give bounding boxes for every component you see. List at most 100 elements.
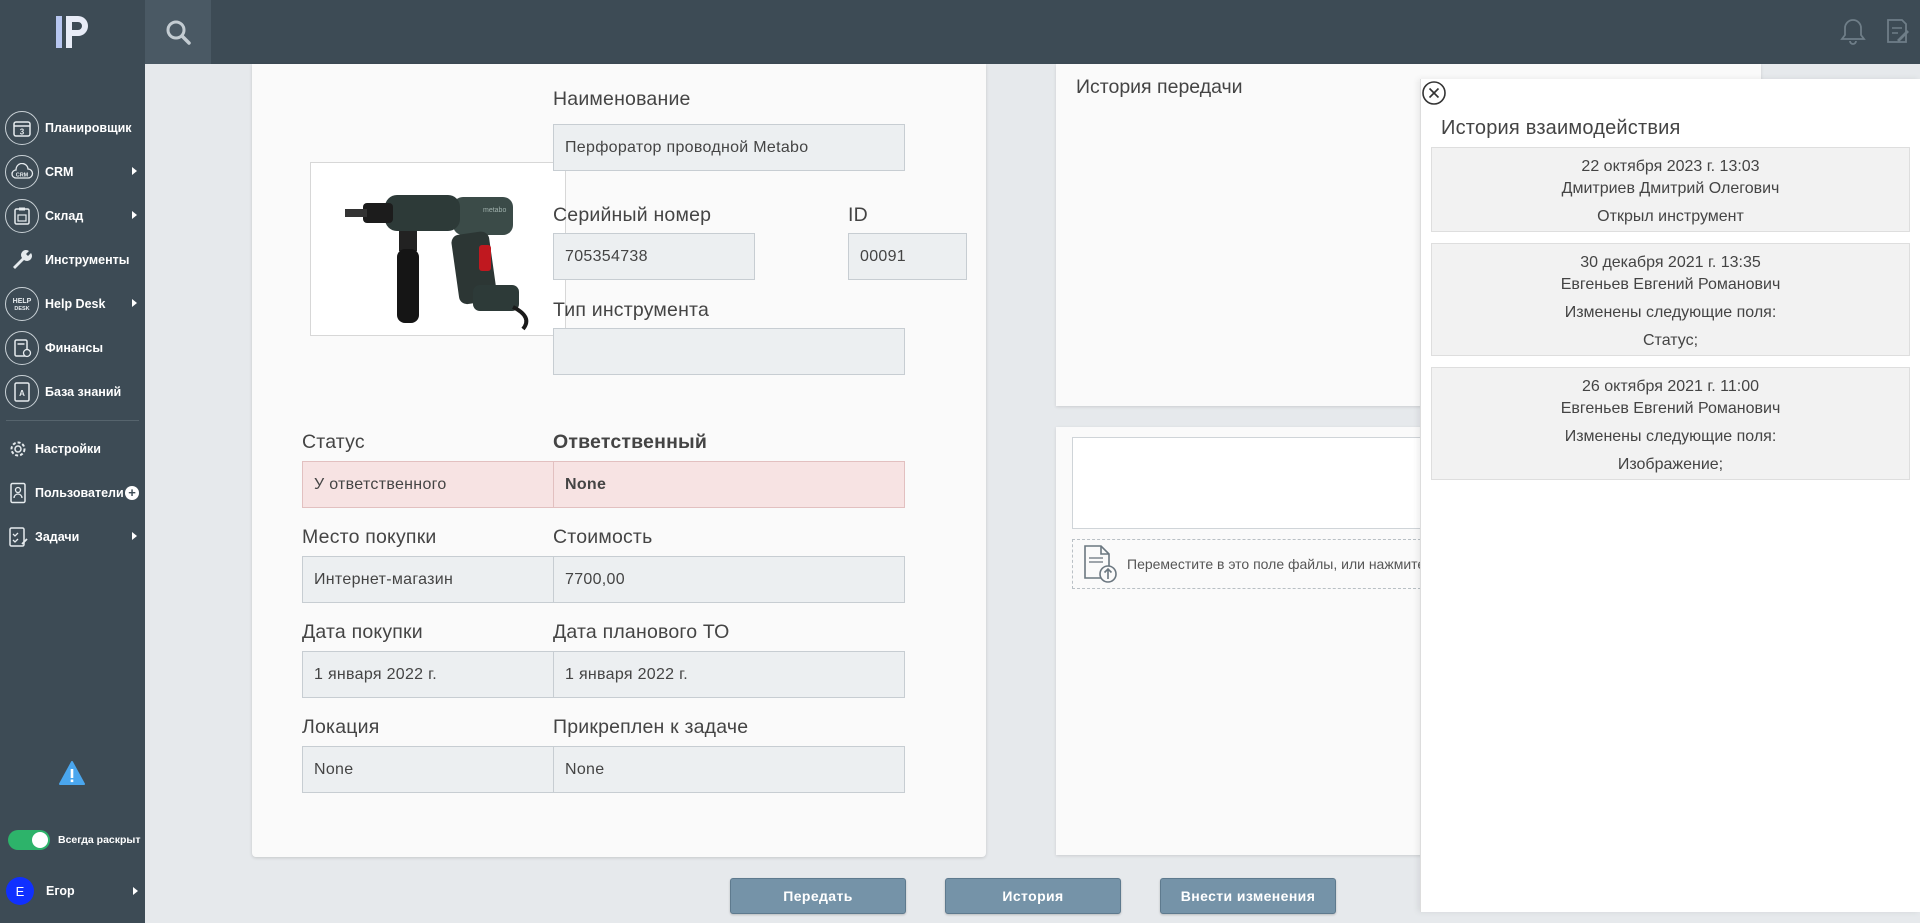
history-entry-date: 26 октября 2021 г. 11:00 bbox=[1582, 378, 1759, 395]
calendar-icon: 3 bbox=[5, 111, 39, 145]
status-field[interactable]: У ответственного bbox=[302, 461, 584, 508]
cost-field[interactable]: 7700,00 bbox=[553, 556, 905, 603]
history-entry-detail: Изображение; bbox=[1617, 456, 1724, 473]
name-field[interactable]: Перфоратор проводной Metabo bbox=[553, 124, 905, 171]
sidebar-item-finance[interactable]: Финансы bbox=[0, 326, 145, 370]
responsible-label: Ответственный bbox=[553, 431, 708, 453]
chevron-right-icon bbox=[132, 299, 137, 307]
sidebar-item-label: Склад bbox=[45, 209, 84, 223]
sidebar-item-settings[interactable]: Настройки bbox=[0, 427, 145, 471]
sidebar-item-warehouse[interactable]: Склад bbox=[0, 194, 145, 238]
user-menu[interactable]: Е Егор bbox=[6, 877, 140, 905]
sidebar-item-knowledge-base[interactable]: A База знаний bbox=[0, 370, 145, 414]
close-icon[interactable] bbox=[1421, 80, 1447, 106]
interaction-history-title: История взаимодействия bbox=[1441, 117, 1681, 139]
history-entry: 30 декабря 2021 г. 13:35 Евгеньев Евгени… bbox=[1431, 243, 1910, 356]
sidebar-item-tools[interactable]: Инструменты bbox=[0, 238, 145, 282]
wrench-icon bbox=[5, 243, 39, 277]
location-label: Локация bbox=[302, 716, 380, 738]
history-entry: 22 октября 2023 г. 13:03 Дмитриев Дмитри… bbox=[1431, 147, 1910, 232]
edit-button[interactable]: Внести изменения bbox=[1160, 878, 1336, 914]
svg-text:metabo: metabo bbox=[483, 207, 506, 214]
transfer-history-title: История передачи bbox=[1076, 76, 1243, 98]
always-expanded-toggle[interactable] bbox=[8, 830, 50, 850]
maintenance-date-field[interactable]: 1 января 2022 г. bbox=[553, 651, 905, 698]
sidebar-item-label: Финансы bbox=[45, 341, 104, 355]
attached-task-label: Прикреплен к задаче bbox=[553, 716, 749, 738]
location-field[interactable]: None bbox=[302, 746, 584, 793]
purchase-place-label: Место покупки bbox=[302, 526, 437, 548]
history-entry-user: Евгеньев Евгений Романович bbox=[1560, 276, 1781, 293]
history-button[interactable]: История bbox=[945, 878, 1121, 914]
tool-photo[interactable]: metabo bbox=[310, 162, 566, 336]
responsible-field[interactable]: None bbox=[553, 461, 905, 508]
history-entry-detail: Статус; bbox=[1642, 332, 1699, 349]
file-upload-icon bbox=[1084, 545, 1117, 583]
sidebar-item-label: Задачи bbox=[35, 530, 80, 544]
chevron-right-icon bbox=[133, 887, 138, 895]
history-entry-action: Изменены следующие поля: bbox=[1564, 428, 1777, 445]
sidebar-item-label: Пользователи bbox=[35, 486, 124, 500]
user-card-icon bbox=[7, 482, 29, 504]
checklist-icon bbox=[7, 526, 29, 548]
purchase-date-field[interactable]: 1 января 2022 г. bbox=[302, 651, 584, 698]
svg-text:HELP: HELP bbox=[13, 298, 32, 305]
sidebar-item-planner[interactable]: 3 Планировщик bbox=[0, 106, 145, 150]
add-user-icon[interactable]: + bbox=[125, 486, 139, 500]
svg-text:CRM: CRM bbox=[16, 173, 29, 179]
sidebar-item-crm[interactable]: CRM CRM bbox=[0, 150, 145, 194]
dropzone-text: Переместите в это поле файлы, или нажмит… bbox=[1127, 556, 1426, 572]
knowledge-base-icon: A bbox=[5, 375, 39, 409]
document-edit-icon[interactable] bbox=[1882, 16, 1912, 46]
serial-field[interactable]: 705354738 bbox=[553, 233, 755, 280]
sidebar-item-label: Инструменты bbox=[45, 253, 130, 267]
sidebar-item-users[interactable]: Пользователи + bbox=[0, 471, 145, 515]
history-entry-date: 22 октября 2023 г. 13:03 bbox=[1581, 158, 1760, 175]
svg-text:DESK: DESK bbox=[14, 306, 29, 312]
finance-icon bbox=[5, 331, 39, 365]
attached-task-field[interactable]: None bbox=[553, 746, 905, 793]
chevron-right-icon bbox=[132, 532, 137, 540]
always-expanded-label: Всегда раскрыт bbox=[58, 834, 141, 846]
hammer-drill-image: metabo bbox=[345, 194, 529, 330]
sidebar-item-label: Планировщик bbox=[45, 121, 132, 135]
svg-text:3: 3 bbox=[20, 128, 25, 137]
helpdesk-icon: HELP DESK bbox=[5, 287, 39, 321]
transfer-button[interactable]: Передать bbox=[730, 878, 906, 914]
crm-cloud-icon: CRM bbox=[5, 155, 39, 189]
history-entry-date: 30 декабря 2021 г. 13:35 bbox=[1580, 254, 1761, 271]
id-field[interactable]: 00091 bbox=[848, 233, 967, 280]
tool-type-label: Тип инструмента bbox=[553, 299, 710, 321]
chevron-right-icon bbox=[132, 211, 137, 219]
purchase-place-field[interactable]: Интернет-магазин bbox=[302, 556, 584, 603]
history-entry-action: Изменены следующие поля: bbox=[1564, 304, 1777, 321]
always-expanded-row: Всегда раскрыт bbox=[8, 830, 141, 850]
purchase-date-label: Дата покупки bbox=[302, 621, 423, 643]
sidebar-item-label: База знаний bbox=[45, 385, 122, 399]
gear-icon bbox=[7, 438, 29, 460]
search-button[interactable] bbox=[145, 0, 211, 64]
maintenance-date-label: Дата планового ТО bbox=[553, 621, 730, 643]
chevron-right-icon bbox=[132, 167, 137, 175]
sidebar-divider bbox=[6, 420, 139, 421]
history-entry-user: Дмитриев Дмитрий Олегович bbox=[1561, 180, 1780, 197]
history-entry: 26 октября 2021 г. 11:00 Евгеньев Евгени… bbox=[1431, 367, 1910, 480]
cost-label: Стоимость bbox=[553, 526, 653, 548]
bell-icon[interactable] bbox=[1838, 16, 1868, 46]
tool-type-field[interactable] bbox=[553, 328, 905, 375]
sidebar-item-tasks[interactable]: Задачи bbox=[0, 515, 145, 559]
app-logo[interactable] bbox=[52, 12, 94, 52]
history-entry-action: Открыл инструмент bbox=[1597, 208, 1744, 225]
interaction-history-panel: История взаимодействия 22 октября 2023 г… bbox=[1420, 79, 1920, 912]
tool-card: metabo Наименование Перфоратор проводной… bbox=[252, 64, 986, 857]
sidebar-item-label: CRM bbox=[45, 165, 74, 179]
user-name: Егор bbox=[46, 884, 75, 898]
sidebar-item-label: Help Desk bbox=[45, 297, 106, 311]
warehouse-icon bbox=[5, 199, 39, 233]
sidebar-item-label: Настройки bbox=[35, 442, 101, 456]
sidebar-item-helpdesk[interactable]: HELP DESK Help Desk bbox=[0, 282, 145, 326]
warning-icon[interactable] bbox=[58, 760, 86, 786]
search-icon bbox=[166, 20, 191, 45]
name-label: Наименование bbox=[553, 88, 691, 110]
svg-text:A: A bbox=[19, 389, 25, 398]
